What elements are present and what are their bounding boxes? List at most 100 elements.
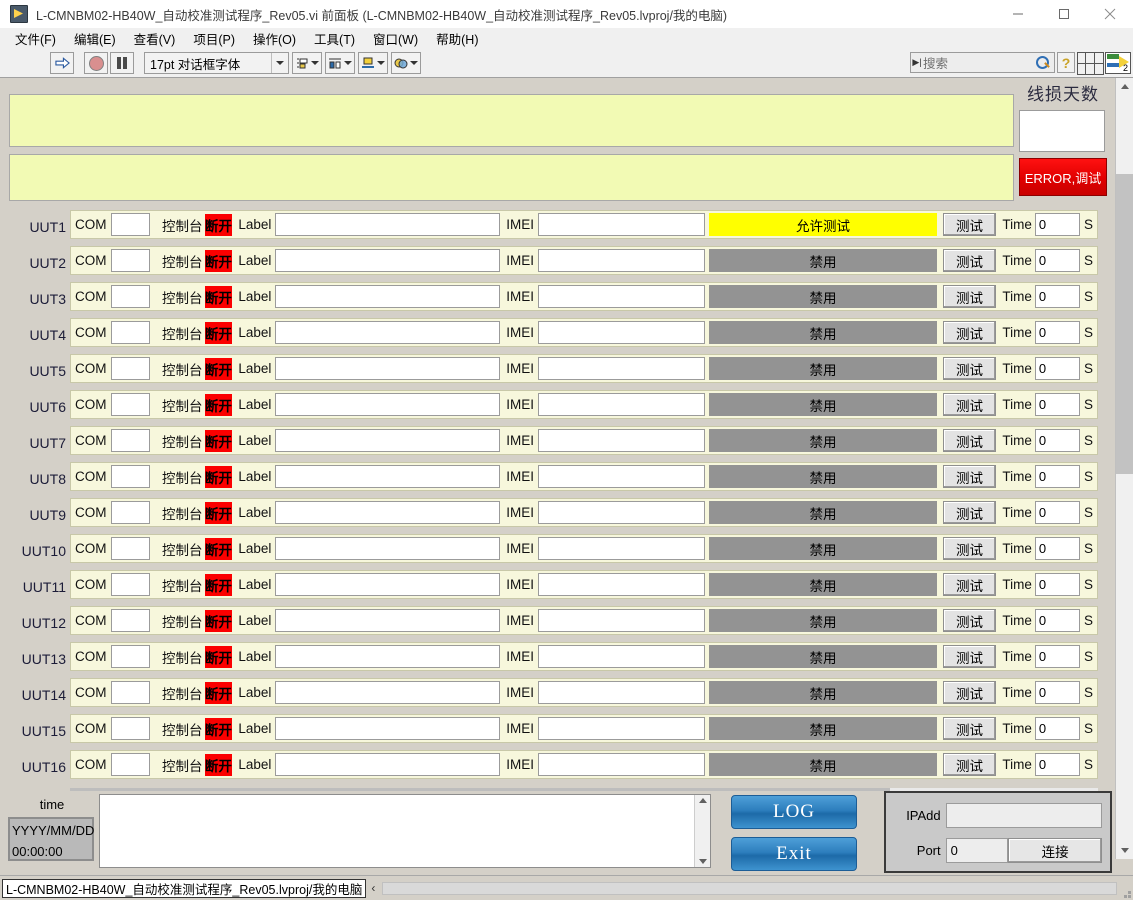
time-input[interactable]: 0 xyxy=(1034,645,1080,668)
connect-button[interactable]: 连接 xyxy=(1008,838,1102,863)
status-hscrollbar[interactable] xyxy=(382,881,1117,895)
test-button[interactable]: 测试 xyxy=(942,285,997,308)
label-input[interactable] xyxy=(275,249,501,272)
scroll-down-icon[interactable] xyxy=(1116,842,1133,859)
scroll-down-icon[interactable] xyxy=(698,859,707,864)
status-badge[interactable]: 禁用 xyxy=(709,321,937,344)
scroll-up-icon[interactable] xyxy=(698,798,707,803)
imei-input[interactable] xyxy=(538,717,706,740)
label-input[interactable] xyxy=(275,645,501,668)
status-badge[interactable]: 禁用 xyxy=(709,609,937,632)
time-input[interactable]: 0 xyxy=(1034,537,1080,560)
com-input[interactable] xyxy=(110,465,151,488)
time-input[interactable]: 0 xyxy=(1034,465,1080,488)
status-badge[interactable]: 禁用 xyxy=(709,681,937,704)
imei-input[interactable] xyxy=(538,645,706,668)
log-button[interactable]: LOG xyxy=(731,795,857,829)
com-input[interactable] xyxy=(110,249,151,272)
status-badge[interactable]: 禁用 xyxy=(709,501,937,524)
menu-item-window[interactable]: 窗口(W) xyxy=(364,27,427,50)
label-input[interactable] xyxy=(275,321,501,344)
status-badge[interactable]: 禁用 xyxy=(709,285,937,308)
status-badge[interactable]: 禁用 xyxy=(709,645,937,668)
error-debug-button[interactable]: ERROR,调试 xyxy=(1019,158,1107,196)
time-input[interactable]: 0 xyxy=(1034,429,1080,452)
test-button[interactable]: 测试 xyxy=(942,429,997,452)
test-button[interactable]: 测试 xyxy=(942,645,997,668)
com-input[interactable] xyxy=(110,357,151,380)
pause-button[interactable] xyxy=(110,52,134,74)
label-input[interactable] xyxy=(275,357,501,380)
label-input[interactable] xyxy=(275,573,501,596)
imei-input[interactable] xyxy=(538,285,706,308)
imei-input[interactable] xyxy=(538,573,706,596)
time-input[interactable]: 0 xyxy=(1034,357,1080,380)
time-input[interactable]: 0 xyxy=(1034,753,1080,776)
ipadd-input[interactable] xyxy=(945,803,1102,828)
window-layout-icon[interactable] xyxy=(1076,51,1104,75)
test-button[interactable]: 测试 xyxy=(942,393,997,416)
menu-item-tools[interactable]: 工具(T) xyxy=(305,27,364,50)
chevron-down-icon[interactable] xyxy=(271,53,288,73)
align-objects-button[interactable] xyxy=(292,52,322,74)
vscrollbar-thumb[interactable] xyxy=(1116,174,1133,474)
menu-item-edit[interactable]: 编辑(E) xyxy=(65,27,125,50)
scroll-up-icon[interactable] xyxy=(1116,78,1133,95)
com-input[interactable] xyxy=(110,537,151,560)
disconnect-button[interactable]: 断开 xyxy=(204,285,233,308)
disconnect-button[interactable]: 断开 xyxy=(204,609,233,632)
time-input[interactable]: 0 xyxy=(1034,285,1080,308)
test-button[interactable]: 测试 xyxy=(942,501,997,524)
time-input[interactable]: 0 xyxy=(1034,393,1080,416)
test-button[interactable]: 测试 xyxy=(942,249,997,272)
status-badge[interactable]: 禁用 xyxy=(709,393,937,416)
imei-input[interactable] xyxy=(538,681,706,704)
status-badge[interactable]: 允许测试 xyxy=(709,213,937,236)
disconnect-button[interactable]: 断开 xyxy=(204,429,233,452)
disconnect-button[interactable]: 断开 xyxy=(204,537,233,560)
menu-item-operate[interactable]: 操作(O) xyxy=(244,27,305,50)
com-input[interactable] xyxy=(110,681,151,704)
time-input[interactable]: 0 xyxy=(1034,213,1080,236)
status-badge[interactable]: 禁用 xyxy=(709,717,937,740)
test-button[interactable]: 测试 xyxy=(942,357,997,380)
disconnect-button[interactable]: 断开 xyxy=(204,321,233,344)
imei-input[interactable] xyxy=(538,501,706,524)
label-input[interactable] xyxy=(275,501,501,524)
com-input[interactable] xyxy=(110,501,151,524)
disconnect-button[interactable]: 断开 xyxy=(204,501,233,524)
imei-input[interactable] xyxy=(538,393,706,416)
disconnect-button[interactable]: 断开 xyxy=(204,393,233,416)
status-chevron-icon[interactable]: ‹ xyxy=(371,881,375,895)
imei-input[interactable] xyxy=(538,465,706,488)
resize-objects-button[interactable] xyxy=(358,52,388,74)
com-input[interactable] xyxy=(110,573,151,596)
status-badge[interactable]: 禁用 xyxy=(709,429,937,452)
status-badge[interactable]: 禁用 xyxy=(709,753,937,776)
test-button[interactable]: 测试 xyxy=(942,573,997,596)
status-badge[interactable]: 禁用 xyxy=(709,573,937,596)
abort-button[interactable] xyxy=(84,52,108,74)
test-button[interactable]: 测试 xyxy=(942,213,997,236)
label-input[interactable] xyxy=(275,717,501,740)
resize-grip-icon[interactable] xyxy=(1119,886,1131,898)
com-input[interactable] xyxy=(110,285,151,308)
imei-input[interactable] xyxy=(538,357,706,380)
search-input[interactable]: ▶| 搜索 xyxy=(910,52,1055,73)
test-button[interactable]: 测试 xyxy=(942,717,997,740)
time-input[interactable]: 0 xyxy=(1034,249,1080,272)
disconnect-button[interactable]: 断开 xyxy=(204,249,233,272)
menu-item-view[interactable]: 查看(V) xyxy=(125,27,185,50)
close-icon[interactable] xyxy=(1087,0,1133,28)
status-badge[interactable]: 禁用 xyxy=(709,357,937,380)
minimize-icon[interactable] xyxy=(995,0,1041,28)
reorder-objects-button[interactable] xyxy=(391,52,421,74)
disconnect-button[interactable]: 断开 xyxy=(204,753,233,776)
distribute-objects-button[interactable] xyxy=(325,52,355,74)
imei-input[interactable] xyxy=(538,213,706,236)
disconnect-button[interactable]: 断开 xyxy=(204,465,233,488)
imei-input[interactable] xyxy=(538,249,706,272)
disconnect-button[interactable]: 断开 xyxy=(204,573,233,596)
maximize-icon[interactable] xyxy=(1041,0,1087,28)
status-badge[interactable]: 禁用 xyxy=(709,465,937,488)
